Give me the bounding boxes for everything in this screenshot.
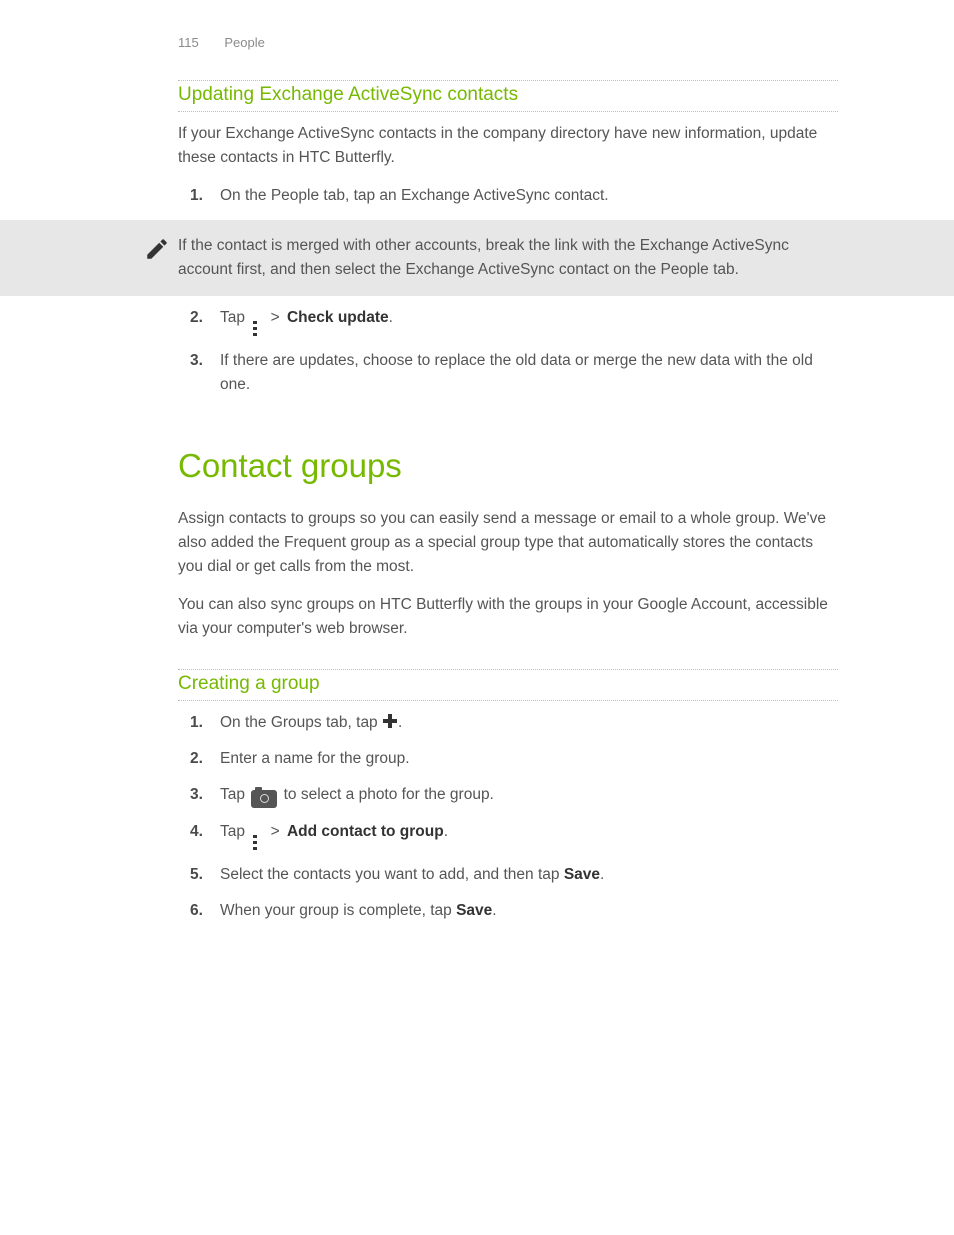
action-label: Save [456, 902, 492, 919]
step-separator: > [266, 823, 284, 840]
step-text-a: Select the contacts you want to add, and… [220, 866, 564, 883]
note-text: If the contact is merged with other acco… [178, 237, 789, 278]
page-header: 115 People [178, 35, 838, 50]
step-text-a: On the Groups tab, tap [220, 714, 382, 731]
step-item: Enter a name for the group. [178, 747, 838, 771]
step-text-c: . [389, 309, 393, 326]
main-heading-contact-groups: Contact groups [178, 447, 838, 485]
step-item: Tap > Check update. [178, 306, 838, 337]
note-box: If the contact is merged with other acco… [0, 220, 954, 296]
subheading-updating: Updating Exchange ActiveSync contacts [178, 80, 838, 112]
step-item: Tap to select a photo for the group. [178, 783, 838, 808]
document-page: 115 People Updating Exchange ActiveSync … [0, 0, 954, 1235]
page-number: 115 [178, 35, 199, 50]
pencil-icon [144, 236, 170, 270]
steps-list-1a: On the People tab, tap an Exchange Activ… [178, 184, 838, 208]
plus-icon [383, 714, 397, 728]
action-label: Add contact to group [287, 823, 444, 840]
step-item: On the Groups tab, tap . [178, 711, 838, 735]
step-text-c: . [444, 823, 448, 840]
steps-list-1b: Tap > Check update. If there are updates… [178, 306, 838, 397]
step-text-a: Tap [220, 786, 249, 803]
paragraph: You can also sync groups on HTC Butterfl… [178, 593, 838, 641]
step-item: Select the contacts you want to add, and… [178, 863, 838, 887]
step-text-c: . [600, 866, 604, 883]
step-text: If there are updates, choose to replace … [220, 352, 813, 393]
step-text-a: Tap [220, 823, 249, 840]
more-options-icon [251, 834, 261, 851]
step-text: On the People tab, tap an Exchange Activ… [220, 187, 609, 204]
section-title: People [224, 35, 264, 50]
subheading-creating: Creating a group [178, 669, 838, 701]
step-item: On the People tab, tap an Exchange Activ… [178, 184, 838, 208]
step-separator: > [266, 309, 284, 326]
intro-paragraph: If your Exchange ActiveSync contacts in … [178, 122, 838, 170]
step-item: Tap > Add contact to group. [178, 820, 838, 851]
step-item: If there are updates, choose to replace … [178, 349, 838, 397]
action-label: Check update [287, 309, 389, 326]
more-options-icon [251, 320, 261, 337]
paragraph: Assign contacts to groups so you can eas… [178, 507, 838, 579]
action-label: Save [564, 866, 600, 883]
step-text-b: . [398, 714, 402, 731]
step-item: When your group is complete, tap Save. [178, 899, 838, 923]
step-text-a: Tap [220, 309, 249, 326]
steps-list-2: On the Groups tab, tap . Enter a name fo… [178, 711, 838, 923]
step-text-a: When your group is complete, tap [220, 902, 456, 919]
step-text-c: . [492, 902, 496, 919]
step-text: Enter a name for the group. [220, 750, 410, 767]
step-text-b: to select a photo for the group. [279, 786, 494, 803]
camera-icon [251, 790, 277, 808]
